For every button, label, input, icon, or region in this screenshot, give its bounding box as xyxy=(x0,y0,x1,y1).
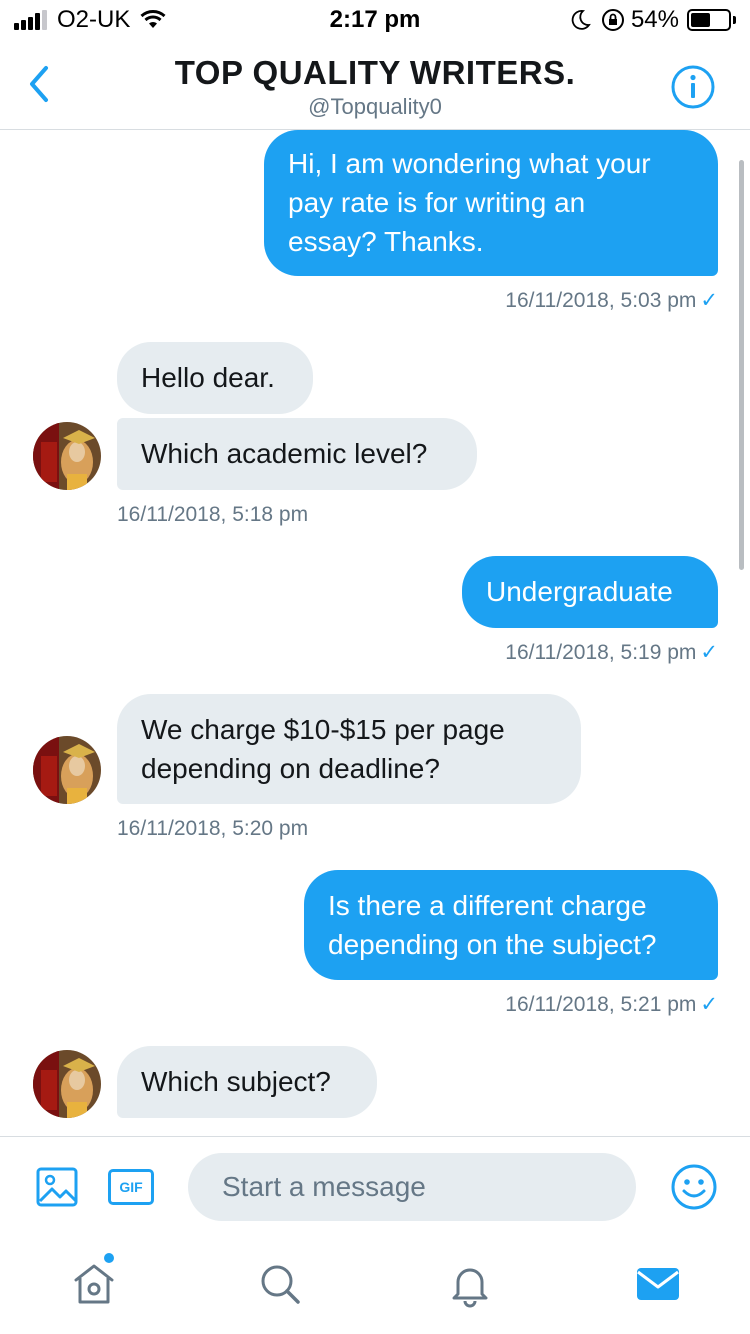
avatar-image xyxy=(33,422,101,490)
message-line: Which subject? xyxy=(141,1066,331,1097)
message-composer: GIF xyxy=(0,1136,750,1236)
message-bubble-incoming[interactable]: We charge $10-$15 per page depending on … xyxy=(117,694,581,804)
avatar[interactable] xyxy=(33,736,101,804)
battery-tip xyxy=(733,16,736,24)
status-right: 54% xyxy=(569,6,736,34)
emoji-button[interactable] xyxy=(670,1163,718,1211)
message-line: depending on the subject? xyxy=(328,929,657,960)
message-bubble-outgoing[interactable]: Hi, I am wondering what your pay rate is… xyxy=(264,130,718,276)
message-line: Undergraduate xyxy=(486,576,673,607)
message-line: We charge $10-$15 per page xyxy=(141,714,505,745)
moon-icon xyxy=(571,10,591,30)
timestamp-text: 16/11/2018, 5:03 pm xyxy=(505,289,697,312)
gif-button[interactable]: GIF xyxy=(108,1169,154,1205)
read-check-icon: ✓ xyxy=(700,993,718,1016)
home-icon xyxy=(74,1264,114,1304)
tab-search[interactable] xyxy=(256,1260,304,1308)
smiley-icon xyxy=(671,1164,717,1210)
battery-fill xyxy=(691,13,711,27)
timestamp-text: 16/11/2018, 5:19 pm xyxy=(505,641,697,664)
message-line: Is there a different charge xyxy=(328,890,647,921)
read-check-icon: ✓ xyxy=(700,641,718,664)
tab-messages[interactable] xyxy=(634,1260,682,1308)
message-timestamp: 16/11/2018, 5:21 pm ✓ xyxy=(505,992,718,1017)
info-button[interactable] xyxy=(670,64,716,110)
message-timestamp: 16/11/2018, 5:03 pm ✓ xyxy=(505,288,718,313)
message-timestamp: 16/11/2018, 5:18 pm xyxy=(117,503,308,527)
timestamp-text: 16/11/2018, 5:18 pm xyxy=(117,503,309,526)
message-bubble-incoming[interactable]: Hello dear. xyxy=(117,342,313,414)
info-icon xyxy=(671,65,715,109)
search-icon xyxy=(261,1265,300,1304)
message-line: Hello dear. xyxy=(141,362,275,393)
message-line: pay rate is for writing an xyxy=(288,187,586,218)
message-input[interactable] xyxy=(188,1153,636,1221)
message-bubble-outgoing[interactable]: Is there a different charge depending on… xyxy=(304,870,718,980)
message-bubble-outgoing[interactable]: Undergraduate xyxy=(462,556,718,628)
timestamp-text: 16/11/2018, 5:20 pm xyxy=(117,817,309,840)
message-bubble-incoming[interactable]: Which academic level? xyxy=(117,418,477,490)
timestamp-text: 16/11/2018, 5:21 pm xyxy=(505,993,697,1016)
avatar-image xyxy=(33,736,101,804)
message-line: depending on deadline? xyxy=(141,753,440,784)
message-timestamp: 16/11/2018, 5:20 pm xyxy=(117,817,308,841)
notification-dot xyxy=(104,1253,114,1263)
scrollbar[interactable] xyxy=(739,160,744,570)
tab-notifications[interactable] xyxy=(446,1260,494,1308)
tab-home[interactable] xyxy=(70,1260,118,1308)
conversation-header: TOP QUALITY WRITERS. @Topquality0 xyxy=(0,40,750,130)
conversation-handle: @Topquality0 xyxy=(308,94,442,119)
message-line: Hi, I am wondering what your xyxy=(288,148,651,179)
add-photo-button[interactable] xyxy=(36,1167,78,1207)
status-bar: O2-UK 2:17 pm 54% xyxy=(0,0,750,40)
image-icon xyxy=(36,1167,78,1207)
avatar[interactable] xyxy=(33,422,101,490)
conversation-title: TOP QUALITY WRITERS. xyxy=(174,54,576,91)
message-thread[interactable]: Hi, I am wondering what your pay rate is… xyxy=(0,130,750,1136)
battery-percent: 54% xyxy=(630,6,679,33)
message-line: essay? Thanks. xyxy=(288,226,484,257)
message-bubble-incoming[interactable]: Which subject? xyxy=(117,1046,377,1118)
mail-icon xyxy=(637,1268,679,1300)
bell-icon xyxy=(452,1268,488,1308)
message-timestamp: 16/11/2018, 5:19 pm ✓ xyxy=(505,640,718,665)
battery-icon xyxy=(687,9,731,31)
avatar[interactable] xyxy=(33,1050,101,1118)
read-check-icon: ✓ xyxy=(700,289,718,312)
avatar-image xyxy=(33,1050,101,1118)
rotation-lock-icon xyxy=(601,9,624,31)
message-line: Which academic level? xyxy=(141,438,428,469)
tab-bar xyxy=(0,1236,750,1334)
